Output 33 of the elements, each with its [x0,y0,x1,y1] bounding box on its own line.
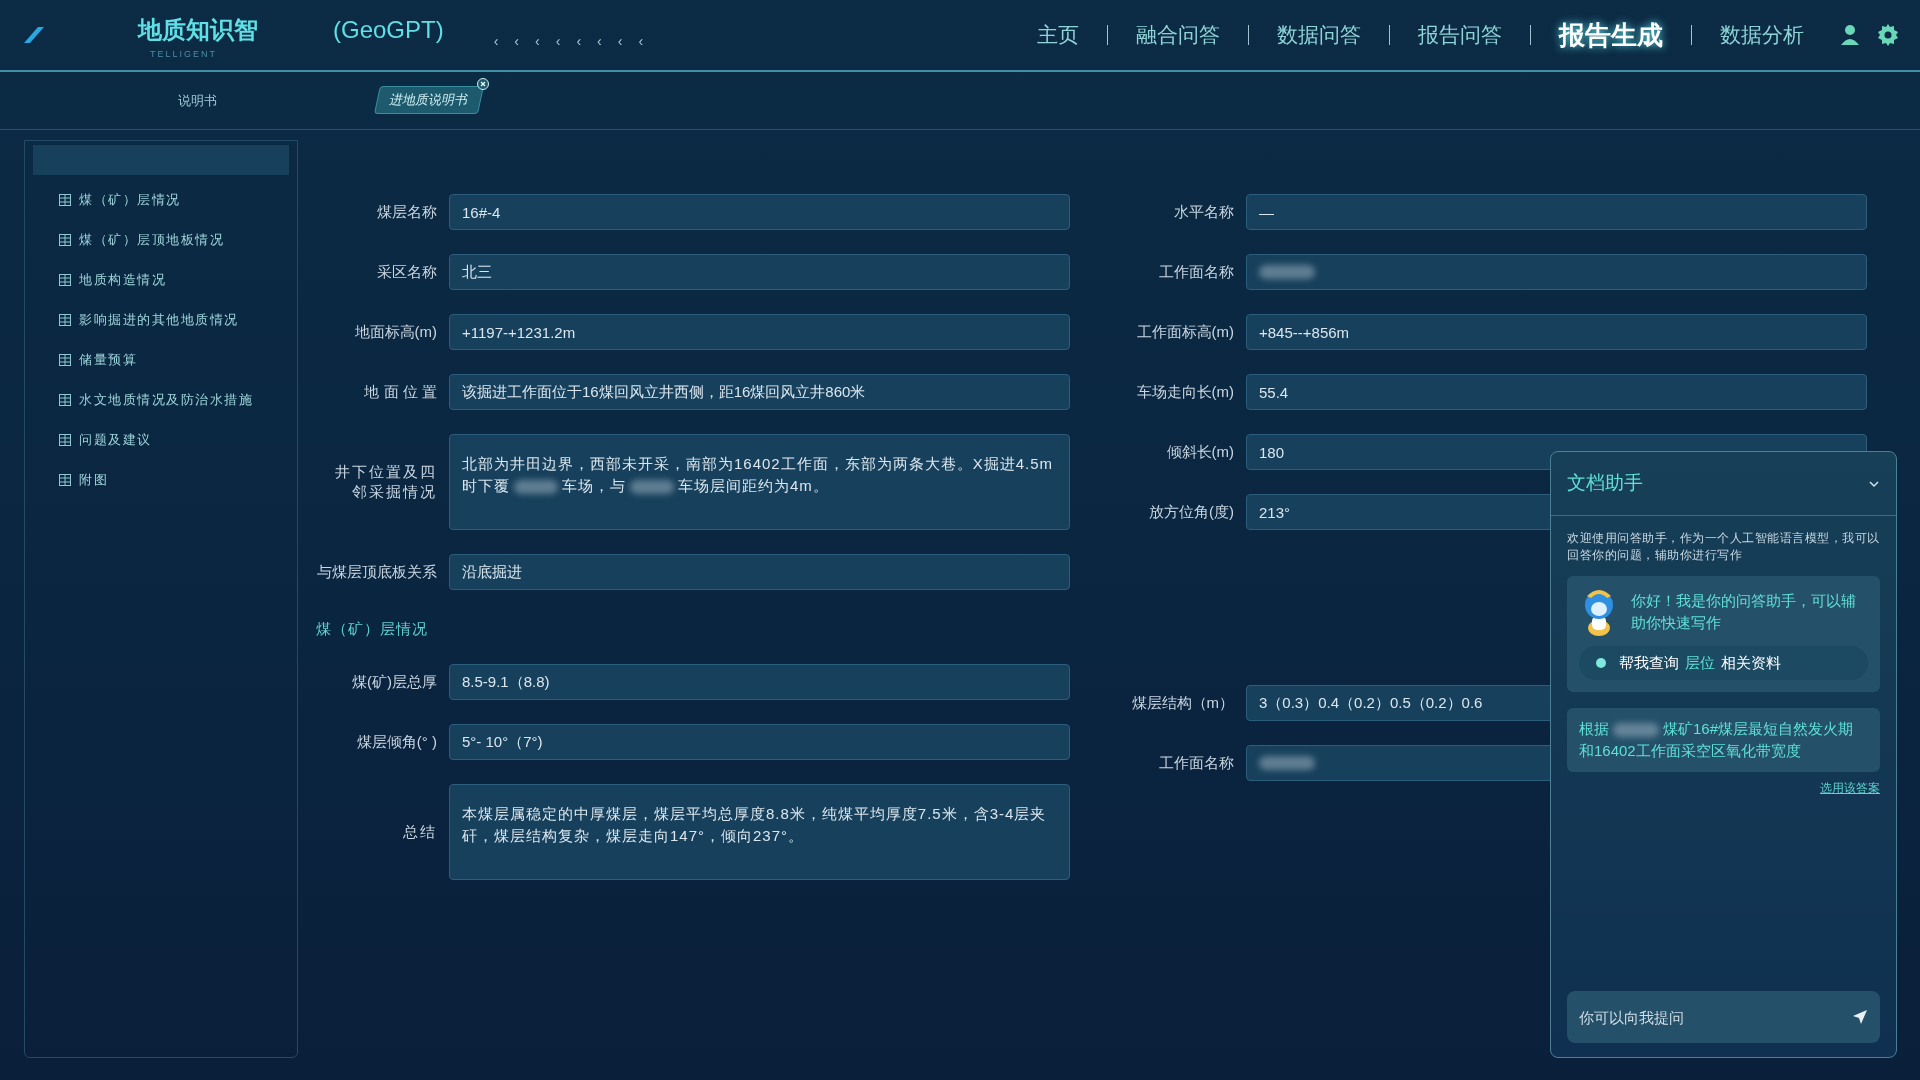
chevron-mark: ‹ [493,31,499,51]
field-label: 工作面名称 [1158,752,1234,773]
field-label: 煤层名称 [376,201,437,222]
field-label: 车场走向长(m) [1135,381,1234,402]
field-label: 倾斜长(m) [1165,441,1234,462]
app-title: (GeoGPT) [333,15,444,46]
intro-text: 欢迎使用问答助手，作为一个人工智能语言模型，我可以回答你的问题，辅助你进行写作 [1566,531,1881,563]
field-label: 放方位角(度) [1148,501,1234,522]
field-label: 总结 [402,822,437,842]
field-label: 煤层倾角(° ) [355,731,437,752]
chevron-mark: ‹ [597,31,602,51]
field-label: 采区名称 [376,261,437,282]
answer-card: 根据 煤矿16#煤层最短自然发火期和16402工作面采空区氧化带宽度 [1567,708,1880,772]
chevron-mark: ‹ [555,31,561,51]
field-label: 煤层结构（m） [1130,692,1234,713]
field-label: 井下位置及四邻采掘情况 [334,462,437,502]
field-label: 地 面 位 置 [363,381,437,402]
field-label: 工作面标高(m) [1135,321,1234,342]
field-label: 煤(矿)层总厚 [351,671,437,692]
greeting-message: 你好！我是你的问答助手，可以辅助你快速写作 [1631,591,1857,633]
field-label: 水平名称 [1173,201,1234,222]
app-title: 地质知识智 [138,15,258,46]
chevron-mark: ‹ [617,31,623,51]
chevron-mark: ‹ [535,31,540,51]
field-label: 与煤层顶底板关系 [316,561,437,582]
panel-title: 文档助手 [1567,471,1643,496]
chevron-mark: ‹ [514,31,520,51]
field-label: 工作面名称 [1158,261,1234,282]
app-subtitle: TELLIGENT [150,48,218,62]
chevron-mark: ‹ [576,31,582,51]
field-label: 地面标高(m) [353,321,437,342]
chevron-mark: ‹ [638,31,644,51]
section-title: 煤（矿）层情况 [315,619,429,639]
